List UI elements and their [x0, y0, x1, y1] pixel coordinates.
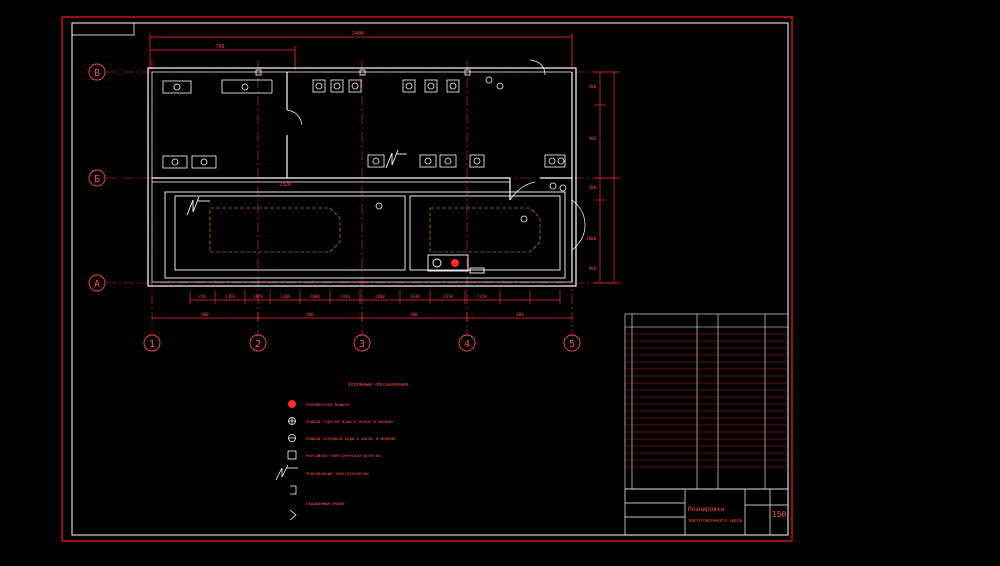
legend-item-4: монтажная электрическая розетка	[306, 453, 381, 458]
bottom-dim-5: 2060	[310, 294, 320, 299]
production-table	[164, 191, 566, 279]
right-dim-4: 1000	[586, 236, 596, 241]
bottom-dim-2: 1350	[225, 294, 235, 299]
column-axis-2: 2	[255, 339, 261, 350]
axis-spacing-1: 600	[201, 312, 209, 317]
top-dimension-text: 700	[215, 44, 224, 50]
right-dim-2: 900	[589, 136, 597, 141]
socket-icon	[287, 450, 297, 460]
inner-frame	[71, 22, 789, 536]
legend-item-2: подвод горячей воды к ванне и мойкам	[306, 419, 393, 424]
title-line2: заготовочного цеха	[688, 518, 742, 524]
row-axis-v: В	[94, 68, 100, 79]
legend-item-3: подвод холодной воды к ванне и мойкам	[306, 436, 396, 441]
bottom-dim-1: 230	[198, 294, 206, 299]
mid-dimension-text: 2320	[279, 182, 291, 188]
drain-icon	[289, 509, 297, 521]
sheet-number: 150	[772, 510, 787, 519]
equipment-top	[162, 69, 504, 94]
spec-table	[624, 313, 789, 490]
bottom-dim-6: 2410	[340, 294, 350, 299]
column-axis-4: 4	[464, 339, 470, 350]
bottom-dim-7: 2800	[375, 294, 385, 299]
bottom-dim-9: 2370	[443, 294, 453, 299]
equipment-middle	[162, 154, 567, 223]
right-dim-3: 200	[589, 185, 597, 190]
ladder-icon	[288, 400, 296, 408]
column-axis-1: 1	[149, 339, 155, 350]
outer-frame	[61, 16, 793, 542]
column-axis-5: 5	[569, 339, 575, 350]
title-line1: Планировка	[688, 506, 725, 513]
column-axis-bubbles: 1 2 3 4 5	[143, 334, 581, 352]
legend-icons	[275, 400, 298, 521]
top-dimension	[149, 33, 573, 70]
row-axis-a: А	[94, 279, 100, 290]
right-dim-5: 900	[589, 266, 597, 271]
bottom-dim-3: 1870	[253, 294, 263, 299]
corner-stamp	[71, 22, 135, 36]
power-symbols	[186, 149, 407, 216]
cad-drawing: 2400 700 В Б А 1 2 3 4 5 600 600 600 600…	[61, 16, 793, 542]
overall-dimension-text: 2400	[352, 31, 364, 37]
axis-spacing-3: 600	[410, 312, 418, 317]
right-dimension	[594, 71, 620, 284]
axis-spacing-2: 600	[306, 312, 314, 317]
spec-table-rows	[625, 333, 788, 468]
right-dim-1: 300	[589, 84, 597, 89]
row-axis-b: Б	[94, 174, 100, 185]
bottom-dim-10: 2150	[477, 294, 487, 299]
legend-title: Условные обозначения	[348, 381, 408, 388]
row-axis-bubbles: В Б А	[88, 63, 106, 292]
bottom-dim-4: 2300	[280, 294, 290, 299]
legend-item-1: поломоечная машина	[306, 402, 350, 407]
column-axis-3: 3	[359, 339, 365, 350]
bottom-dim-8: 1630	[410, 294, 420, 299]
axis-lines	[106, 60, 615, 335]
ladder2-icon	[290, 485, 297, 495]
power-icon	[275, 464, 289, 481]
axis-spacing-4: 600	[516, 312, 524, 317]
legend-item-5: подключение электроэнергии	[306, 471, 369, 476]
legend-item-7: скрываемые мойки	[306, 501, 345, 506]
